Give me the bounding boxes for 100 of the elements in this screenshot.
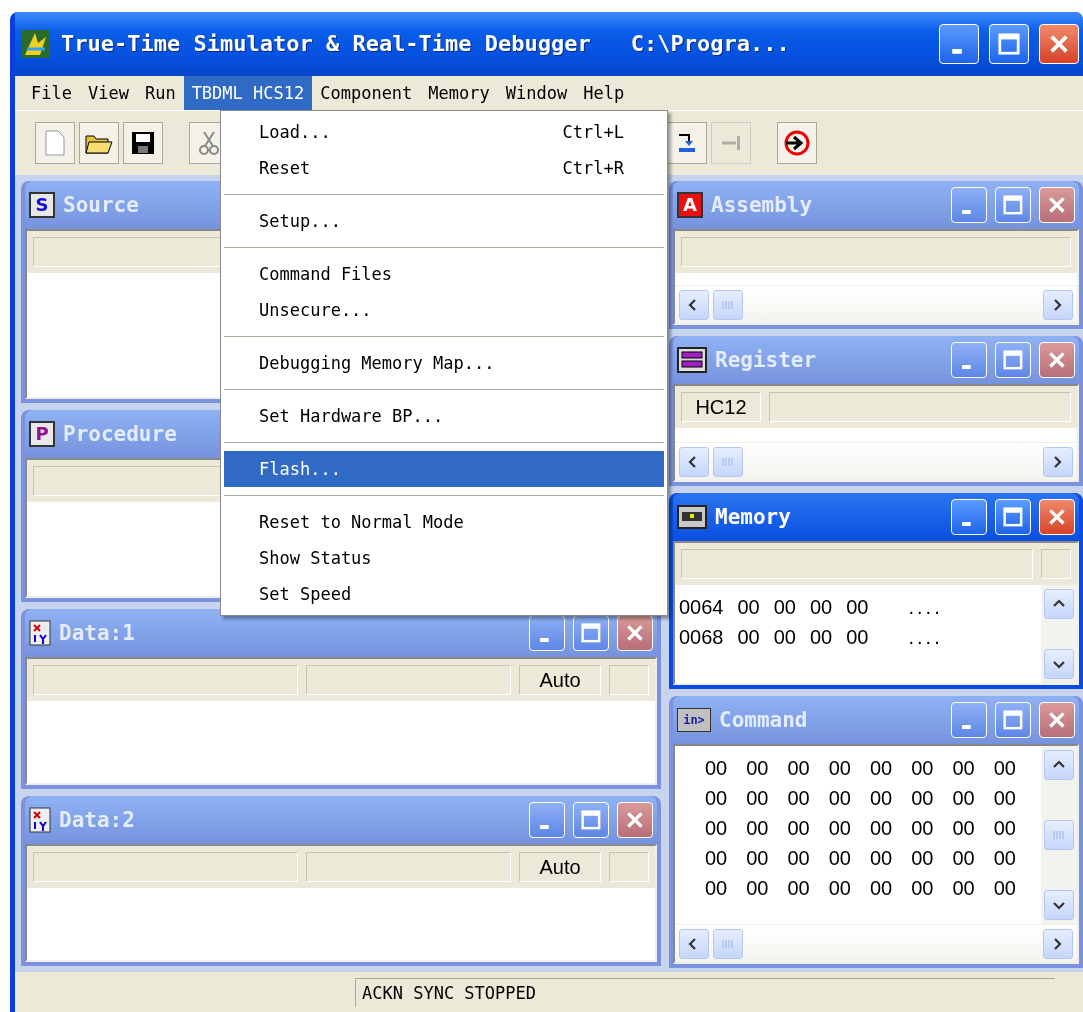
horizontal-scrollbar[interactable] [675, 285, 1077, 324]
menu-option[interactable]: Flash... [224, 451, 664, 487]
maximize-button[interactable] [995, 187, 1031, 224]
arrow-in-circle-icon [783, 128, 811, 157]
command-output-byte: 00 [828, 876, 851, 902]
scroll-left-button[interactable] [679, 289, 709, 320]
command-output-byte: 00 [787, 816, 810, 842]
scroll-down-button[interactable] [1044, 649, 1074, 680]
menu-item[interactable]: TBDML HCS12 [183, 75, 313, 110]
command-output-byte: 00 [705, 846, 728, 872]
maximize-button[interactable] [995, 499, 1031, 536]
minimize-button[interactable] [951, 342, 987, 379]
menu-option[interactable]: Setup... [224, 203, 664, 239]
scrollbar-thumb[interactable] [713, 289, 743, 320]
child-window-title: Procedure [63, 422, 178, 447]
maximize-button[interactable] [573, 615, 609, 652]
maximize-button[interactable] [995, 702, 1031, 739]
command-output-byte: 00 [828, 786, 851, 812]
chip-icon [677, 505, 707, 530]
scroll-up-button[interactable] [1044, 750, 1074, 781]
scrollbar-thumb[interactable] [713, 928, 743, 959]
toolbar-button[interactable] [79, 121, 119, 164]
maximize-button[interactable] [989, 23, 1029, 64]
scrollbar-thumb[interactable] [713, 446, 743, 477]
header-field [609, 852, 649, 883]
child-window-title: Memory [715, 505, 792, 530]
scroll-right-button[interactable] [1043, 446, 1073, 477]
maximize-button[interactable] [573, 802, 609, 839]
maximize-icon [1003, 710, 1023, 731]
command-output-byte: 00 [787, 756, 810, 782]
maximize-button[interactable] [995, 342, 1031, 379]
command-output-byte: 00 [705, 816, 728, 842]
menu-option[interactable]: Set Hardware BP... [224, 398, 664, 434]
maximize-icon [1003, 350, 1023, 371]
toolbar-button[interactable] [777, 121, 817, 164]
command-output-byte: 00 [952, 816, 975, 842]
scroll-down-button[interactable] [1044, 890, 1074, 921]
menu-option[interactable]: Reset to Normal Mode [224, 504, 664, 540]
vertical-scrollbar[interactable] [1041, 585, 1077, 684]
close-button[interactable] [1039, 702, 1075, 739]
minimize-button[interactable] [529, 802, 565, 839]
mode-label: Auto [519, 852, 601, 883]
close-icon [1047, 195, 1067, 216]
close-button[interactable] [1039, 342, 1075, 379]
scrollbar-thumb[interactable] [1044, 820, 1074, 851]
header-field [609, 665, 649, 696]
minimize-button[interactable] [951, 499, 987, 536]
menu-option[interactable]: Show Status [224, 540, 664, 576]
minimize-icon [961, 724, 973, 730]
toolbar-button[interactable] [123, 121, 163, 164]
command-output-byte: 00 [705, 876, 728, 902]
child-window-title: Assembly [711, 193, 814, 218]
minimize-icon [539, 637, 551, 643]
menu-item[interactable]: Window [497, 75, 576, 110]
command-output-byte: 00 [746, 846, 769, 872]
minimize-button[interactable] [951, 702, 987, 739]
close-button[interactable] [1039, 187, 1075, 224]
menu-item[interactable]: View [79, 75, 137, 110]
horizontal-scrollbar[interactable] [675, 442, 1077, 481]
close-button[interactable] [617, 615, 653, 652]
child-window-title: Command [719, 708, 809, 733]
assembly-icon: A [677, 192, 703, 219]
scroll-left-button[interactable] [679, 446, 709, 477]
maximize-icon [1003, 195, 1023, 216]
menu-option[interactable]: Debugging Memory Map... [224, 345, 664, 381]
command-output-byte: 00 [787, 846, 810, 872]
data-icon [29, 807, 51, 834]
menu-item[interactable]: Memory [420, 75, 498, 110]
minimize-button[interactable] [529, 615, 565, 652]
menu-item[interactable]: File [23, 75, 80, 110]
close-button[interactable] [1039, 23, 1079, 64]
scroll-up-button[interactable] [1044, 589, 1074, 620]
minimize-icon [961, 521, 973, 527]
minimize-button[interactable] [939, 23, 979, 64]
menu-option[interactable]: Command Files [224, 256, 664, 292]
memory-ascii: .... [908, 595, 944, 621]
scroll-right-button[interactable] [1043, 289, 1073, 320]
minimize-icon [961, 209, 973, 215]
horizontal-scrollbar[interactable] [675, 924, 1077, 963]
menu-option[interactable]: Unsecure... [224, 292, 664, 328]
vertical-scrollbar[interactable] [1041, 746, 1077, 925]
menu-option[interactable]: Load... Ctrl+L [224, 114, 664, 150]
menu-option[interactable]: Reset Ctrl+R [224, 150, 664, 186]
memory-byte: 00 [737, 625, 760, 651]
menu-item[interactable]: Help [575, 75, 633, 110]
menu-item[interactable]: Component [312, 75, 421, 110]
minimize-icon [950, 49, 963, 54]
close-button[interactable] [617, 802, 653, 839]
scroll-left-button[interactable] [679, 928, 709, 959]
menu-option[interactable]: Set Speed [224, 576, 664, 612]
procedure-icon: P [29, 421, 55, 448]
command-output-byte: 00 [952, 876, 975, 902]
command-output-byte: 00 [993, 786, 1016, 812]
scroll-right-button[interactable] [1043, 928, 1073, 959]
command-output-byte: 00 [870, 876, 893, 902]
menu-item[interactable]: Run [136, 75, 184, 110]
close-button[interactable] [1039, 499, 1075, 536]
minimize-button[interactable] [951, 187, 987, 224]
command-output-byte: 00 [828, 816, 851, 842]
command-output-byte: 00 [746, 816, 769, 842]
